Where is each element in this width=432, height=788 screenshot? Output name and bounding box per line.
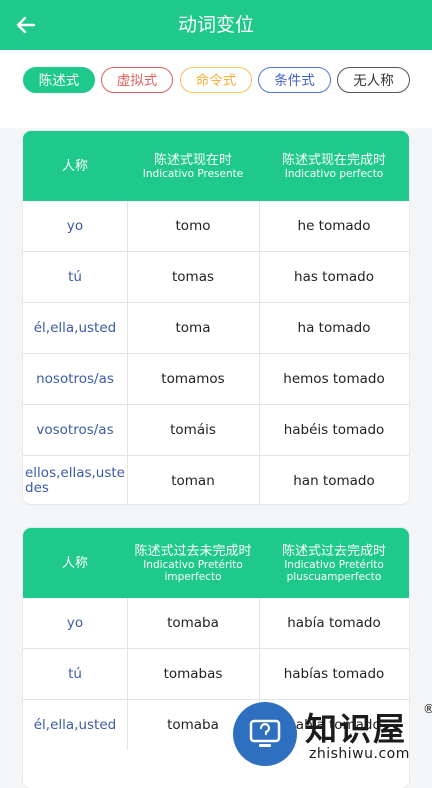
form-cell: habéis tomado — [283, 422, 385, 438]
form-cell: han tomado — [293, 473, 375, 489]
table-header: 人称 陈述式现在时 Indicativo Presente 陈述式现在完成时 I… — [23, 131, 409, 201]
header-perfect: 陈述式现在完成时 Indicativo perfecto — [259, 131, 409, 201]
header-person-label: 人称 — [61, 158, 88, 174]
header-imperfect-sub: Indicativo Pretérito imperfecto — [143, 558, 243, 583]
header-person: 人称 — [23, 131, 127, 201]
form-cell: tomaba — [127, 598, 260, 648]
header-present-sub: Indicativo Presente — [142, 167, 244, 180]
form-cell: hemos tomado — [283, 371, 385, 387]
form-cell: tomo — [127, 201, 260, 251]
table-row: ellos,ellas,ustedes toman han tomado — [23, 455, 409, 504]
header-perfect-label: 陈述式现在完成时 — [281, 152, 386, 168]
person-cell: vosotros/as — [23, 405, 128, 455]
header-person: 人称 — [23, 528, 127, 598]
header-person-label: 人称 — [61, 555, 88, 571]
conjugation-table-present: 人称 陈述式现在时 Indicativo Presente 陈述式现在完成时 I… — [23, 131, 409, 504]
mood-chip-conditional[interactable]: 条件式 — [258, 67, 331, 93]
form-cell: tomamos — [127, 354, 260, 404]
mood-chip-subjunctive[interactable]: 虚拟式 — [101, 67, 173, 93]
header-pluperfect-label: 陈述式过去完成时 — [281, 543, 386, 559]
header-pluperfect: 陈述式过去完成时 Indicativo Pretérito pluscuampe… — [259, 528, 409, 598]
table-row: yo tomaba había tomado — [23, 598, 409, 648]
header-perfect-sub: Indicativo perfecto — [284, 167, 384, 180]
form-cell: había tomado — [287, 717, 381, 733]
table-row: vosotros/as tomáis habéis tomado — [23, 404, 409, 455]
conjugation-table-past: 人称 陈述式过去未完成时 Indicativo Pretérito imperf… — [23, 528, 409, 788]
app-header: 动词变位 — [0, 0, 432, 50]
mood-chip-indicative[interactable]: 陈述式 — [23, 67, 95, 93]
form-cell: había tomado — [287, 615, 381, 631]
form-cell: toman — [127, 456, 260, 504]
watermark-registered: ® — [423, 702, 432, 716]
form-cell: tomaba — [127, 700, 260, 750]
header-present-label: 陈述式现在时 — [153, 152, 232, 168]
person-cell: él,ella,usted — [23, 700, 128, 750]
form-cell: habías tomado — [283, 666, 385, 682]
person-cell: tú — [23, 649, 128, 699]
form-cell: has tomado — [294, 269, 374, 285]
table-row: yo tomo he tomado — [23, 201, 409, 251]
person-cell: yo — [23, 598, 128, 648]
table-row: él,ella,usted toma ha tomado — [23, 302, 409, 353]
form-cell: tomabas — [127, 649, 260, 699]
person-cell: yo — [23, 201, 128, 251]
person-cell: ellos,ellas,ustedes — [23, 456, 128, 504]
header-imperfect: 陈述式过去未完成时 Indicativo Pretérito imperfect… — [127, 528, 259, 598]
form-cell: tomas — [127, 252, 260, 302]
person-cell: tú — [23, 252, 128, 302]
mood-filter-bar: 陈述式 虚拟式 命令式 条件式 无人称 — [0, 50, 432, 128]
table-row: él,ella,usted tomaba había tomado — [23, 699, 409, 750]
table-row: tú tomas has tomado — [23, 251, 409, 302]
form-cell: ha tomado — [297, 320, 371, 336]
table-header: 人称 陈述式过去未完成时 Indicativo Pretérito imperf… — [23, 528, 409, 598]
mood-chip-impersonal[interactable]: 无人称 — [337, 67, 410, 93]
mood-chip-imperative[interactable]: 命令式 — [180, 67, 252, 93]
header-present: 陈述式现在时 Indicativo Presente — [127, 131, 259, 201]
table-row: nosotros/as tomamos hemos tomado — [23, 353, 409, 404]
form-cell: toma — [127, 303, 260, 353]
table-row: tú tomabas habías tomado — [23, 648, 409, 699]
person-cell: nosotros/as — [23, 354, 128, 404]
page-title: 动词变位 — [177, 14, 254, 36]
header-pluperfect-sub: Indicativo Pretérito pluscuamperfecto — [284, 558, 384, 583]
header-imperfect-label: 陈述式过去未完成时 — [134, 543, 252, 559]
person-cell: él,ella,usted — [23, 303, 128, 353]
form-cell: he tomado — [297, 218, 371, 234]
person-text: ellos,ellas,ustedes — [25, 465, 125, 496]
form-cell: tomáis — [127, 405, 260, 455]
